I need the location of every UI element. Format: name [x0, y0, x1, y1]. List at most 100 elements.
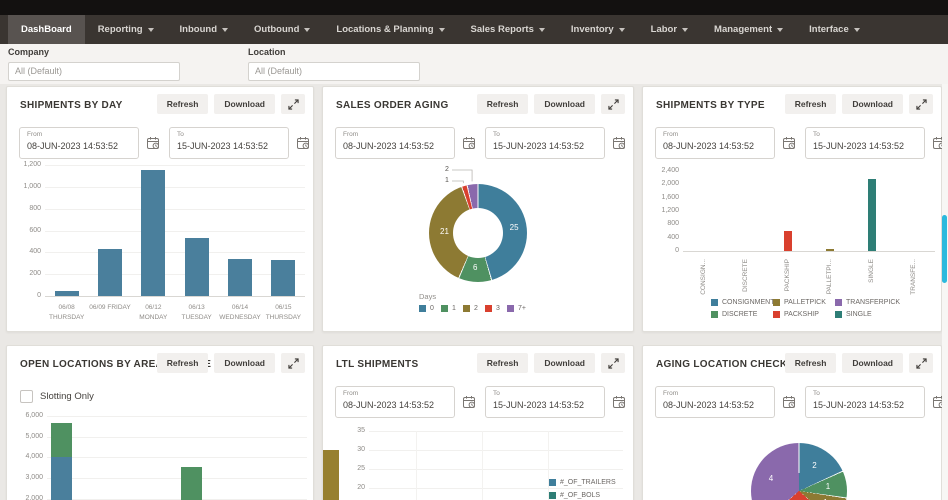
slice-value-label: 21	[440, 227, 449, 236]
y-tick-label: 400	[647, 234, 679, 241]
x-axis-line	[683, 251, 935, 252]
chart-aging-location-checks: 21134	[643, 346, 941, 500]
legend-label: PALLETPICK	[784, 299, 826, 306]
bar	[141, 170, 165, 296]
y-tick-label: 5,000	[11, 433, 43, 440]
x-category-label: PACKSHIP	[784, 259, 791, 315]
chart-ltl-shipments: 05101520253035#_OF_TRAILERS#_OF_BOLS	[323, 346, 633, 500]
legend-item: CONSIGNMENT	[711, 299, 775, 306]
scrollbar-thumb[interactable]	[942, 215, 947, 283]
chevron-down-icon	[222, 28, 228, 32]
legend-swatch	[835, 311, 842, 318]
bar	[784, 231, 792, 251]
legend-swatch	[441, 305, 448, 312]
legend-item: PACKSHIP	[773, 311, 819, 318]
slice-value-label: 4	[769, 474, 773, 483]
nav-item-inbound[interactable]: Inbound	[167, 15, 241, 44]
panel-sales-order-aging: SALES ORDER AGINGRefreshDownloadFrom08-J…	[322, 86, 634, 332]
location-label: Location	[248, 47, 420, 57]
location-filter: Location	[248, 47, 420, 81]
nav-item-dashboard[interactable]: DashBoard	[8, 15, 85, 44]
bar-segment	[51, 423, 72, 457]
legend-label: DISCRETE	[722, 311, 757, 318]
nav-item-inventory[interactable]: Inventory	[558, 15, 638, 44]
slice-callout-label: 1	[445, 177, 449, 184]
legend-swatch	[549, 479, 556, 486]
h-gridline	[45, 274, 305, 275]
company-input[interactable]	[8, 62, 180, 81]
v-gridline	[548, 431, 549, 500]
slice-value-label: 6	[473, 263, 477, 272]
legend-swatch	[463, 305, 470, 312]
h-gridline	[47, 416, 307, 417]
legend-swatch	[507, 305, 514, 312]
company-filter: Company	[8, 47, 180, 81]
h-gridline	[369, 469, 623, 470]
nav-item-label: DashBoard	[21, 24, 72, 35]
nav-item-locations-planning[interactable]: Locations & Planning	[323, 15, 457, 44]
location-input[interactable]	[248, 62, 420, 81]
panel-open-locations-by-area-profile: OPEN LOCATIONS BY AREA PROFILERefreshDow…	[6, 345, 314, 500]
company-label: Company	[8, 47, 180, 57]
dashboard-grid: SHIPMENTS BY DAYRefreshDownloadFrom08-JU…	[0, 84, 948, 500]
nav-item-labor[interactable]: Labor	[638, 15, 701, 44]
bar	[826, 249, 834, 251]
nav-item-outbound[interactable]: Outbound	[241, 15, 323, 44]
h-gridline	[369, 431, 623, 432]
legend-item: 2	[463, 305, 478, 312]
h-gridline	[369, 450, 623, 451]
donut-hole	[453, 208, 503, 258]
legend-swatch	[773, 299, 780, 306]
legend-swatch	[835, 299, 842, 306]
chart-open-locations-by-area-profile: 01,0002,0003,0004,0005,0006,000	[7, 346, 313, 500]
y-tick-label: 800	[9, 205, 41, 212]
legend-label: 0	[430, 305, 434, 312]
legend-item: 3	[485, 305, 500, 312]
panel-ltl-shipments: LTL SHIPMENTSRefreshDownloadFrom08-JUN-2…	[322, 345, 634, 500]
bar	[868, 179, 876, 251]
x-axis-line	[45, 296, 305, 297]
legend-item: PALLETPICK	[773, 299, 826, 306]
y-tick-label: 200	[9, 270, 41, 277]
bar-segment	[181, 467, 202, 500]
global-filters: Company Location	[0, 44, 948, 84]
y-tick-label: 6,000	[11, 412, 43, 419]
chevron-down-icon	[777, 28, 783, 32]
slice-value-label: 2	[812, 461, 816, 470]
panel-shipments-by-day: SHIPMENTS BY DAYRefreshDownloadFrom08-JU…	[6, 86, 314, 332]
nav-item-label: Inventory	[571, 24, 614, 35]
legend-item: SINGLE	[835, 311, 872, 318]
legend-swatch	[549, 492, 556, 499]
y-tick-label: 400	[9, 248, 41, 255]
y-tick-label: 600	[9, 227, 41, 234]
legend-label: #_OF_BOLS	[560, 492, 600, 499]
bar	[323, 450, 339, 500]
panel-shipments-by-type: SHIPMENTS BY TYPERefreshDownloadFrom08-J…	[642, 86, 942, 332]
legend-item: DISCRETE	[711, 311, 757, 318]
bar	[271, 260, 295, 296]
legend-label: #_OF_TRAILERS	[560, 479, 616, 486]
bar	[185, 238, 209, 296]
bar	[228, 259, 252, 296]
panel-aging-location-checks: AGING LOCATION CHECKSRefreshDownloadFrom…	[642, 345, 942, 500]
chevron-down-icon	[619, 28, 625, 32]
x-category-label: TRANSFE...	[910, 259, 917, 315]
nav-item-management[interactable]: Management	[701, 15, 796, 44]
chart-shipments-by-day: 02004006008001,0001,20006/08 THURSDAY06/…	[7, 87, 313, 331]
y-tick-label: 3,000	[11, 474, 43, 481]
bar	[98, 249, 122, 296]
nav-item-sales-reports[interactable]: Sales Reports	[458, 15, 558, 44]
nav-item-interface[interactable]: Interface	[796, 15, 873, 44]
h-gridline	[45, 231, 305, 232]
nav-item-reporting[interactable]: Reporting	[85, 15, 167, 44]
chevron-down-icon	[539, 28, 545, 32]
legend-item: 7+	[507, 305, 526, 312]
chevron-down-icon	[439, 28, 445, 32]
window-top-strip	[0, 0, 948, 15]
chart-sales-order-aging: 2562121Days01237+	[323, 87, 633, 331]
h-gridline	[47, 437, 307, 438]
h-gridline	[45, 165, 305, 166]
x-category-label: SINGLE	[868, 259, 875, 315]
y-tick-label: 1,200	[9, 161, 41, 168]
v-gridline	[416, 431, 417, 500]
